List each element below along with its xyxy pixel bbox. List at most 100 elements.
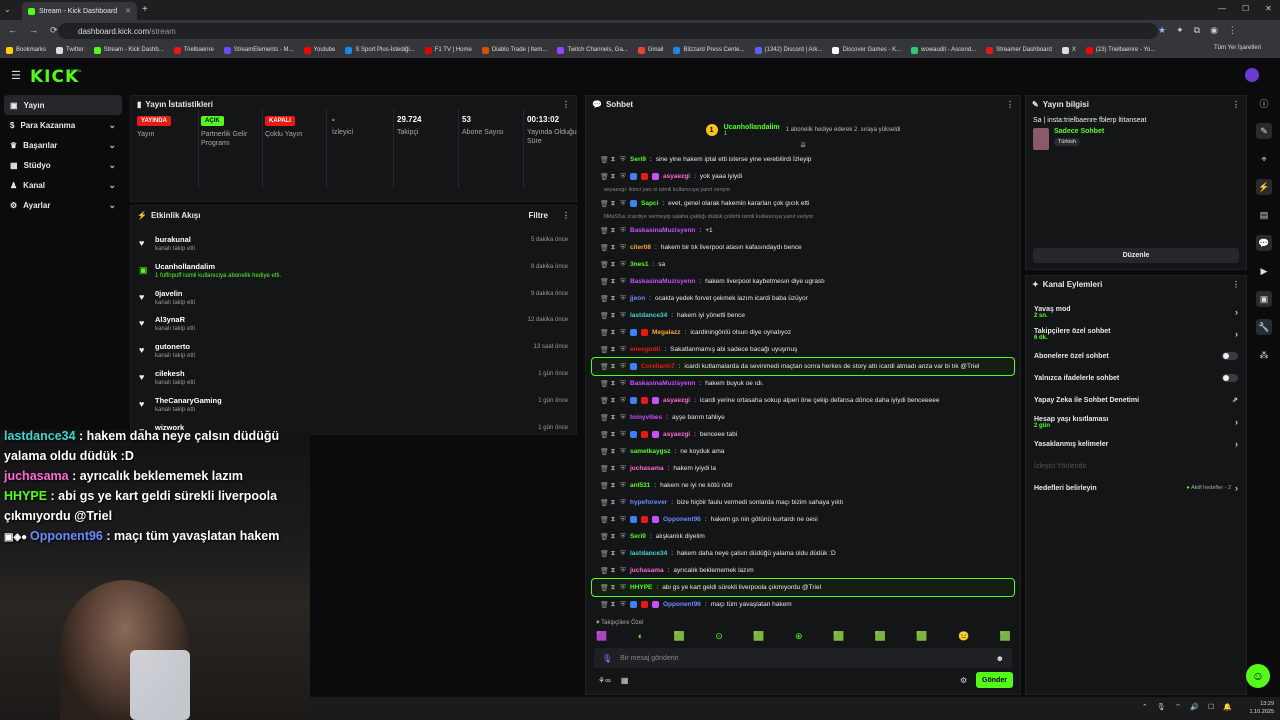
activity-menu-icon[interactable]: ⋮ — [562, 211, 570, 220]
chat-message[interactable]: 🗑 ⧗ ⛨ juchasama: hakem iyiydi la — [592, 460, 1014, 477]
timeout-icon[interactable]: ⧗ — [610, 516, 616, 524]
delete-icon[interactable]: 🗑 — [600, 363, 609, 371]
close-window-icon[interactable]: ✕ — [1265, 4, 1272, 13]
timeout-icon[interactable]: ⧗ — [610, 173, 616, 181]
sidebar-item-2[interactable]: ♛ Başarılar ⌄ — [0, 135, 126, 155]
chat-message[interactable]: 🗑 ⧗ ⛨ asyaezgi: icardi yerine ortasaha sokup… — [592, 392, 1014, 409]
ban-icon[interactable]: ⛨ — [620, 584, 626, 592]
hamburger-menu-icon[interactable]: ☰ — [11, 69, 21, 82]
delete-icon[interactable]: 🗑 — [600, 465, 609, 473]
emote-icon[interactable]: 🟩 — [833, 631, 844, 642]
chat-username[interactable]: Sapci — [641, 200, 658, 207]
emote-icon[interactable]: 🟩 — [674, 631, 685, 642]
activity-username[interactable]: TheCanaryGaming — [155, 396, 222, 405]
timeout-icon[interactable]: ⧗ — [610, 346, 616, 354]
delete-icon[interactable]: 🗑 — [600, 533, 609, 541]
delete-icon[interactable]: 🗑 — [600, 329, 609, 337]
chat-username[interactable]: 3nes1 — [630, 261, 648, 268]
timeout-icon[interactable]: ⧗ — [610, 295, 616, 303]
chat-message[interactable]: 🗑 ⧗ ⛨ sametkaygsz: ne koyduk ama — [592, 443, 1014, 460]
ban-icon[interactable]: ⛨ — [620, 261, 626, 269]
new-tab-button[interactable]: + — [142, 4, 148, 15]
sidebar-item-1[interactable]: $ Para Kazanma ⌄ — [0, 115, 126, 135]
channel-action-row[interactable]: Hesap yaşı kısıtlaması 2 gün › — [1026, 411, 1246, 433]
stream-info-menu-icon[interactable]: ⋮ — [1232, 100, 1240, 109]
channel-action-row[interactable]: Yapay Zeka ile Sohbet Denetimi ⇗ — [1026, 389, 1246, 411]
chat-username[interactable]: juchasama — [630, 567, 664, 574]
chat-message[interactable]: 🗑 ⧗ ⛨ Megalazz: icardiningönlü olsun diye oy… — [592, 324, 1014, 341]
delete-icon[interactable]: 🗑 — [600, 380, 609, 388]
menu-icon[interactable]: ⋮ — [1228, 25, 1237, 36]
category-name[interactable]: Sadece Sohbet — [1054, 128, 1104, 135]
chat-username[interactable]: asyaezgi — [663, 431, 690, 438]
bookmark-item[interactable]: X — [1061, 46, 1076, 54]
delete-icon[interactable]: 🗑 — [600, 431, 609, 439]
activity-username[interactable]: burakunal — [155, 235, 195, 244]
chat-message[interactable]: 🗑 ⧗ ⛨ juchasama: ayrıcalık beklememek lazım — [592, 562, 1014, 579]
chat-message[interactable]: 🗑 ⧗ ⛨ Opponent96: hakem gs nin götünü kurtar… — [592, 511, 1014, 528]
activity-username[interactable]: 0javelin — [155, 289, 195, 298]
bookmark-item[interactable]: Diablo Trade | Item... — [481, 46, 547, 54]
timeout-icon[interactable]: ⧗ — [610, 482, 616, 490]
channel-action-row[interactable]: Yavaş mod 2 sn. › — [1026, 301, 1246, 323]
timeout-icon[interactable]: ⧗ — [610, 533, 616, 541]
bookmark-item[interactable]: (23) Trielbaenre - Yo... — [1085, 46, 1155, 54]
timeout-icon[interactable]: ⧗ — [610, 244, 616, 252]
chat-username[interactable]: citer08 — [630, 244, 651, 251]
ban-icon[interactable]: ⛨ — [620, 363, 626, 371]
activity-username[interactable]: gutonerto — [155, 342, 195, 351]
bookmark-item[interactable]: StreamElements - M... — [223, 46, 294, 54]
forward-icon[interactable]: → — [29, 25, 38, 36]
timeout-icon[interactable]: ⧗ — [610, 397, 616, 405]
bookmark-item[interactable]: Trielbaenre — [173, 46, 214, 54]
timeout-icon[interactable]: ⧗ — [610, 550, 616, 558]
chat-message[interactable]: 🗑 ⧗ ⛨ Seri9: alışkanlık diyelim — [592, 528, 1014, 545]
chat-settings-icon[interactable]: ⚙ — [960, 676, 967, 685]
delete-icon[interactable]: 🗑 — [600, 584, 609, 592]
chat-username[interactable]: Seri9 — [630, 533, 646, 540]
timeout-icon[interactable]: ⧗ — [610, 329, 616, 337]
delete-icon[interactable]: 🗑 — [600, 312, 609, 320]
ban-icon[interactable]: ⛨ — [620, 567, 626, 575]
channel-action-row[interactable]: Takipçilere özel sohbet 6 dk. › — [1026, 323, 1246, 345]
chat-message[interactable]: 🗑 ⧗ ⛨ toinyvibes: ayşe barım tahliye — [592, 409, 1014, 426]
chat-message[interactable]: 🗑 ⧗ ⛨ BaskasinaMuzisyenn: hakem liverpool ka… — [592, 273, 1014, 290]
chat-username[interactable]: Corelianh7 — [641, 363, 675, 370]
maximize-icon[interactable]: ☐ — [1242, 4, 1249, 13]
mic-icon[interactable]: 🎙 — [602, 654, 612, 663]
timeout-icon[interactable]: ⧗ — [610, 567, 616, 575]
chat-message[interactable]: 🗑 ⧗ ⛨ Opponent96: maçı tüm yavaşlatan hakem — [592, 596, 1014, 613]
document-icon[interactable]: ▤ — [1256, 207, 1272, 223]
sidebar-item-3[interactable]: ▦ Stüdyo ⌄ — [0, 155, 126, 175]
chat-username[interactable]: lastdance34 — [630, 550, 667, 557]
bookmark-item[interactable]: Gmail — [637, 46, 663, 54]
timeout-icon[interactable]: ⧗ — [610, 414, 616, 422]
channel-action-row[interactable]: Yasaklanmış kelimeler › — [1026, 433, 1246, 455]
puzzle-icon[interactable]: ⧉ — [1194, 25, 1200, 36]
chat-message[interactable]: 🗑 ⧗ ⛨ jjeon: ocakta yedek forvet çekmek lazı… — [592, 290, 1014, 307]
wrench-icon[interactable]: 🔧 — [1256, 319, 1272, 335]
timeout-icon[interactable]: ⧗ — [610, 601, 616, 609]
emoji-icon[interactable]: ☻ — [996, 654, 1004, 663]
chat-username[interactable]: Seri9 — [630, 156, 646, 163]
bookmark-item[interactable]: Twitter — [56, 46, 84, 54]
bookmark-item[interactable]: Stream - Kick Dashb... — [93, 46, 164, 54]
chat-message[interactable]: 🗑 ⧗ ⛨ BaskasinaMuzisyenn: +1 — [592, 222, 1014, 239]
ban-icon[interactable]: ⛨ — [620, 380, 626, 388]
toggle-switch[interactable] — [1222, 352, 1238, 360]
edit-button[interactable]: Düzenle — [1033, 248, 1239, 263]
chat-username[interactable]: Opponent96 — [663, 516, 701, 523]
chat-username[interactable]: BaskasinaMuzisyenn — [630, 380, 695, 387]
delete-icon[interactable]: 🗑 — [600, 550, 609, 558]
edit-icon[interactable]: ✎ — [1256, 123, 1272, 139]
chat-message[interactable]: 🗑 ⧗ ⛨ lastdance34: hakem daha neye çalsın dü… — [592, 545, 1014, 562]
emote-icon[interactable]: ⊕ — [795, 631, 803, 642]
timeout-icon[interactable]: ⧗ — [610, 156, 616, 164]
chat-username[interactable]: anl531 — [630, 482, 650, 489]
timeout-icon[interactable]: ⧗ — [610, 227, 616, 235]
back-icon[interactable]: ← — [8, 25, 17, 36]
store-icon[interactable]: ▦ — [621, 676, 629, 685]
user-avatar[interactable] — [1245, 68, 1259, 82]
ban-icon[interactable]: ⛨ — [620, 465, 626, 473]
delete-icon[interactable]: 🗑 — [600, 278, 609, 286]
